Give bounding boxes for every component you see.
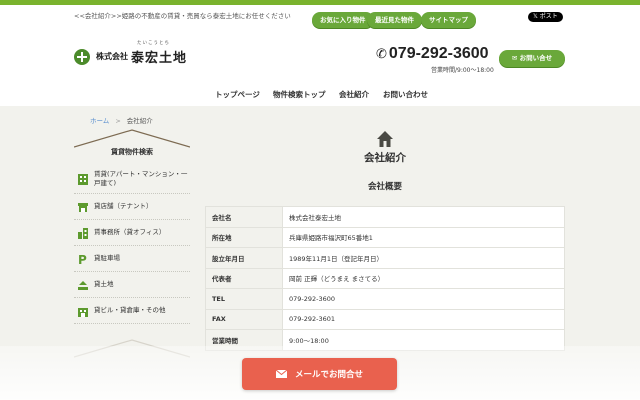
sidebar-list: 賃貸(アパート・マンション・一戸建て) 貸店舗（テナント） 賃事務所（貸オフィス… [74,164,190,324]
sidebar-item-label: 賃事務所（貸オフィス） [94,228,166,236]
sidebar-item-label: 貸店舗（テナント） [94,202,153,210]
business-hours: 営業時間/9:00～18:00 [431,67,494,74]
company-info-table: 会社名 株式会社泰宏土地 所在地 兵庫県姫路市福沢町65番地1 設立年月日 1989年… [205,206,565,351]
sidebar-item-office[interactable]: 賃事務所（貸オフィス） [74,220,190,246]
svg-text:P: P [78,253,87,265]
office-icon [78,227,88,239]
table-key: TEL [205,288,283,310]
table-key: 会社名 [205,206,283,228]
store-icon [78,202,88,212]
section-title: 会社概要 [367,182,402,192]
table-value: 岡前 正輝（どうまえ まさてる） [282,267,565,289]
table-row: FAX 079-292-3601 [205,308,565,330]
sidebar-header: 賃貸物件検索 [74,128,190,160]
table-key: FAX [205,308,283,330]
sidebar-title: 賃貸物件検索 [111,148,153,156]
mail-inquiry-label: メールでお問合せ [294,370,363,380]
sidebar-item-store[interactable]: 貸店舗（テナント） [74,194,190,220]
breadcrumb-home-link[interactable]: ホーム [90,117,109,125]
table-row: 会社名 株式会社泰宏土地 [205,206,565,228]
sidebar-item-parking[interactable]: P 貸駐車場 [74,246,190,272]
contact-mail-icon: ✉ [511,54,520,62]
house-icon [377,131,393,147]
table-row: TEL 079-292-3600 [205,288,565,310]
table-value: 079-292-3600 [282,288,565,310]
table-value: 兵庫県姫路市福沢町65番地1 [282,226,565,248]
table-row: 代表者 岡前 正輝（どうまえ まさてる） [205,267,565,289]
building-icon [78,173,88,185]
contact-button-label: お問い合せ [519,54,553,62]
sitemap-button[interactable]: サイトマップ [421,12,476,28]
breadcrumb-separator: > [115,117,121,125]
sidebar-item-residential[interactable]: 賃貸(アパート・マンション・一戸建て) [74,164,190,194]
page-title: 会社紹介 [364,152,406,164]
sidebar-item-label: 貸土地 [94,280,114,288]
site-header: <<会社紹介>>姫路の不動産の賃貸・売買なら泰宏土地にお任せください お気に入り… [0,5,640,82]
land-icon [78,280,88,290]
table-value: 1989年11月1日（登記年月日） [282,247,565,269]
contact-button[interactable]: ✉ お問い合せ [499,50,565,67]
table-value: 079-292-3601 [282,308,565,330]
sidebar-item-label: 賃貸(アパート・マンション・一戸建て) [94,169,188,187]
header-tagline: <<会社紹介>>姫路の不動産の賃貸・売買なら泰宏土地にお任せください [74,12,291,20]
table-row: 所在地 兵庫県姫路市福沢町65番地1 [205,226,565,248]
table-key: 所在地 [205,226,283,248]
global-nav: トップページ 物件検索トップ 会社紹介 お問い合わせ [0,82,640,106]
favorites-button[interactable]: お気に入り物件 [312,12,374,28]
table-value: 株式会社泰宏土地 [282,206,565,228]
sidebar: 賃貸物件検索 賃貸(アパート・マンション・一戸建て) 貸店舗（テナント） 賃事務… [73,128,191,378]
logo-mark-icon [74,48,90,65]
breadcrumb-current: 会社紹介 [126,117,153,125]
recently-viewed-button[interactable]: 最近見た物件 [367,12,422,28]
nav-contact[interactable]: お問い合わせ [383,89,428,100]
sidebar-item-label: 貸ビル・貸倉庫・その他 [94,306,166,314]
logo-main-text: 泰宏土地 [131,51,188,66]
phone-icon: ✆ [376,46,387,62]
sidebar-item-label: 貸駐車場 [94,254,120,262]
nav-property-search[interactable]: 物件検索トップ [273,89,326,100]
site-logo[interactable]: 株式会社 たいこうとち 泰宏土地 [74,41,188,66]
nav-company-profile[interactable]: 会社紹介 [339,89,369,100]
parking-icon: P [78,253,87,265]
table-key: 代表者 [205,267,283,289]
logo-ruby: たいこうとち [137,41,170,46]
phone-number-text: 079-292-3600 [388,45,489,62]
mail-inquiry-button[interactable]: メールでお問合せ [242,358,397,390]
logo-subtext: 株式会社 [96,51,128,61]
sidebar-item-land[interactable]: 貸土地 [74,272,190,298]
x-post-button[interactable]: 𝕏 ポスト [528,12,563,22]
phone-number[interactable]: ✆ 079-292-3600 [376,45,489,63]
table-row: 設立年月日 1989年11月1日（登記年月日） [205,247,565,269]
warehouse-icon [78,307,88,317]
breadcrumb: ホーム > 会社紹介 [90,115,153,125]
logo-company-name: たいこうとち 泰宏土地 [131,41,188,66]
roof-ornament-icon [74,129,190,148]
sidebar-item-warehouse[interactable]: 貸ビル・貸倉庫・その他 [74,298,190,324]
nav-top-page[interactable]: トップページ [215,89,260,100]
table-key: 設立年月日 [205,247,283,269]
envelope-icon [275,370,287,378]
